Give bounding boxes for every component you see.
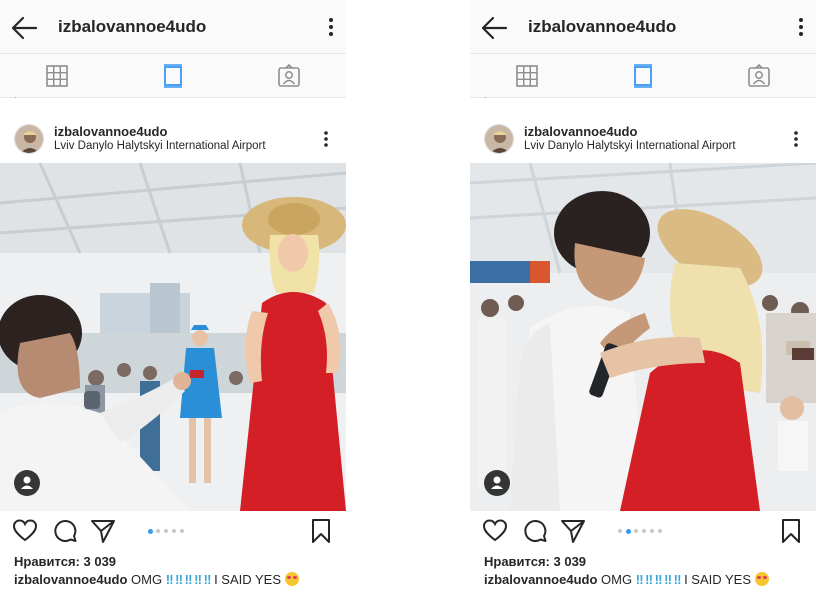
more-vertical-icon[interactable] <box>326 17 336 37</box>
grid-icon[interactable] <box>514 63 540 89</box>
cutoff-previous-text: · ........ ........ <box>14 93 57 99</box>
post-username[interactable]: izbalovannoe4udo <box>524 124 637 139</box>
caption-text: I SAID YES <box>214 572 282 587</box>
back-arrow-icon[interactable] <box>480 15 508 41</box>
post-location[interactable]: Lviv Danylo Halytskyi International Airp… <box>524 140 736 152</box>
caption-omg: OMG <box>601 572 633 587</box>
carousel-dot <box>180 529 184 533</box>
carousel-dot-active <box>626 528 631 534</box>
post-location[interactable]: Lviv Danylo Halytskyi International Airp… <box>54 140 266 152</box>
caption-omg: OMG <box>131 572 163 587</box>
profile-title: izbalovannoe4udo <box>528 17 677 36</box>
caption-exclamations: ‼ ‼ ‼ ‼ ‼ <box>165 572 212 587</box>
grid-icon[interactable] <box>44 63 70 89</box>
comment-icon[interactable] <box>522 518 548 544</box>
heart-icon[interactable] <box>12 518 38 544</box>
comment-icon[interactable] <box>52 518 78 544</box>
heart-icon[interactable] <box>482 518 508 544</box>
post-caption: izbalovannoe4udo OMG ‼ ‼ ‼ ‼ ‼ I SAID YE… <box>14 572 299 587</box>
more-vertical-icon[interactable] <box>796 17 806 37</box>
feed-icon[interactable] <box>160 63 186 89</box>
carousel-dot <box>156 529 160 533</box>
profile-title: izbalovannoe4udo <box>58 17 207 36</box>
post-username[interactable]: izbalovannoe4udo <box>54 124 167 139</box>
carousel-dot-active <box>148 528 153 534</box>
likes-count[interactable]: Нравится: 3 039 <box>484 554 586 569</box>
caption-text: I SAID YES <box>684 572 752 587</box>
send-icon[interactable] <box>90 518 116 544</box>
post-header: izbalovannoe4udo Lviv Danylo Halytskyi I… <box>470 118 816 160</box>
caption-username[interactable]: izbalovannoe4udo <box>14 572 127 587</box>
top-bar: izbalovannoe4udo <box>0 0 346 54</box>
instagram-post-screen-1: izbalovannoe4udo · ........ ........ izb… <box>0 0 346 599</box>
send-icon[interactable] <box>560 518 586 544</box>
post-actions <box>470 514 816 550</box>
view-tabs <box>0 54 346 98</box>
avatar[interactable] <box>484 124 514 154</box>
post-caption: izbalovannoe4udo OMG ‼ ‼ ‼ ‼ ‼ I SAID YE… <box>484 572 769 587</box>
cutoff-previous-text: · ........ ........ <box>484 93 527 99</box>
caption-exclamations: ‼ ‼ ‼ ‼ ‼ <box>635 572 682 587</box>
instagram-post-screen-2: izbalovannoe4udo · ........ ........ izb… <box>470 0 816 599</box>
carousel-dot <box>634 529 638 533</box>
feed-icon[interactable] <box>630 63 656 89</box>
tagged-icon[interactable] <box>746 63 772 89</box>
user-tag-icon[interactable] <box>14 470 40 496</box>
bookmark-icon[interactable] <box>778 518 804 544</box>
likes-count[interactable]: Нравится: 3 039 <box>14 554 116 569</box>
carousel-dot <box>172 529 176 533</box>
view-tabs <box>470 54 816 98</box>
heart-eyes-emoji-icon <box>284 572 299 586</box>
post-more-icon[interactable] <box>792 130 800 148</box>
post-more-icon[interactable] <box>322 130 330 148</box>
carousel-dot <box>650 529 654 533</box>
back-arrow-icon[interactable] <box>10 15 38 41</box>
carousel-dot <box>642 529 646 533</box>
caption-username[interactable]: izbalovannoe4udo <box>484 572 597 587</box>
top-bar: izbalovannoe4udo <box>470 0 816 54</box>
carousel-dot <box>618 529 622 533</box>
post-header: izbalovannoe4udo Lviv Danylo Halytskyi I… <box>0 118 346 160</box>
carousel-indicator <box>618 528 678 535</box>
tagged-icon[interactable] <box>276 63 302 89</box>
post-photo[interactable] <box>0 163 346 511</box>
bookmark-icon[interactable] <box>308 518 334 544</box>
carousel-indicator <box>148 528 208 535</box>
post-actions <box>0 514 346 550</box>
carousel-dot <box>164 529 168 533</box>
user-tag-icon[interactable] <box>484 470 510 496</box>
post-photo[interactable] <box>470 163 816 511</box>
heart-eyes-emoji-icon <box>754 572 769 586</box>
avatar[interactable] <box>14 124 44 154</box>
carousel-dot <box>658 529 662 533</box>
